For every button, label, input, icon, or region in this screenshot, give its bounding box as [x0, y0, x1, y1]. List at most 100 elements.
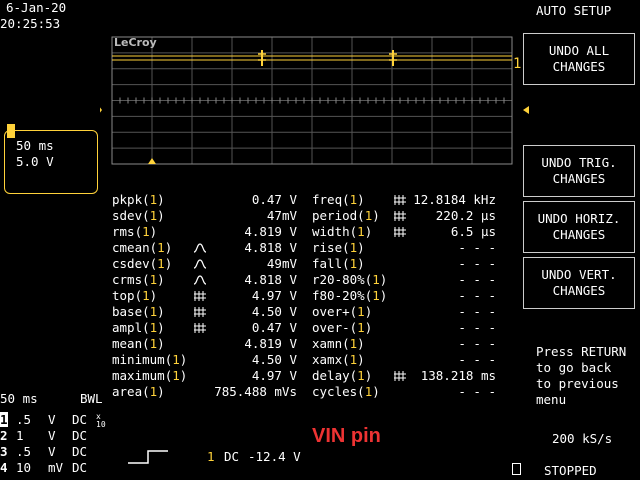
- measurement-name: ampl(1): [112, 320, 165, 335]
- timebase-box[interactable]: 50 ms 5.0 V: [4, 130, 98, 194]
- channel-scale: .5: [16, 444, 32, 459]
- measurement-name: xamx(1): [312, 352, 365, 367]
- measurement-value: 220.2 µs: [435, 208, 496, 223]
- measurement-value: 4.97 V: [251, 288, 297, 303]
- measurement-value: - - -: [458, 272, 496, 287]
- channel-number: 3: [0, 444, 8, 459]
- measurement-value: 4.50 V: [251, 352, 297, 367]
- channel-coupling: DC: [72, 428, 88, 443]
- measurement-value: 47mV: [266, 208, 297, 223]
- channel-coupling: DC: [72, 444, 88, 459]
- measurement-name: cycles(1): [312, 384, 380, 399]
- undo-horiz-button[interactable]: UNDO HORIZ. CHANGES: [523, 201, 635, 253]
- undo-all-button[interactable]: UNDO ALL CHANGES: [523, 33, 635, 85]
- measurement-name: period(1): [312, 208, 380, 223]
- measurement-name: base(1): [112, 304, 165, 319]
- undo-vert-button[interactable]: UNDO VERT. CHANGES: [523, 257, 635, 309]
- measurement-value: - - -: [458, 384, 496, 399]
- measurement-value: 4.818 V: [244, 240, 297, 255]
- measurement-name: fall(1): [312, 256, 365, 271]
- trigger-edge-icon: [128, 450, 168, 464]
- channel-scale: 1: [16, 428, 24, 443]
- measurement-name: xamn(1): [312, 336, 365, 351]
- volts-per-div: 5.0 V: [16, 154, 54, 169]
- bottom-timebase: 50 ms: [0, 391, 38, 406]
- channel-scale: .5: [16, 412, 32, 427]
- channel-1-level-marker: 1: [513, 56, 522, 72]
- channel-number: 2: [0, 428, 8, 443]
- sample-rate: 200 kS/s: [552, 431, 613, 446]
- trigger-position-marker: [148, 158, 156, 164]
- measurement-name: over-(1): [312, 320, 373, 335]
- measurement-value: 4.818 V: [244, 272, 297, 287]
- trigger-coupling: DC: [224, 449, 240, 464]
- measurement-name: mean(1): [112, 336, 165, 351]
- measurement-name: rms(1): [112, 224, 158, 239]
- measurement-value: - - -: [458, 336, 496, 351]
- measurement-name: maximum(1): [112, 368, 188, 383]
- trigger-channel: 1: [207, 449, 215, 464]
- measurement-value: 4.50 V: [251, 304, 297, 319]
- measurement-value: 4.819 V: [244, 336, 297, 351]
- measurement-value: - - -: [458, 352, 496, 367]
- measurement-name: width(1): [312, 224, 373, 239]
- channel-unit: V: [48, 444, 56, 459]
- time-per-div: 50 ms: [16, 138, 54, 153]
- measurement-value: 49mV: [266, 256, 297, 271]
- waveform-grid[interactable]: [100, 30, 530, 170]
- channel-row[interactable]: 2 1 V DC: [0, 428, 87, 444]
- measurement-value: 6.5 µs: [450, 224, 496, 239]
- measurement-name: csdev(1): [112, 256, 173, 271]
- measurement-value: 12.8184 kHz: [413, 192, 496, 207]
- bwl-label: BWL: [80, 391, 103, 406]
- measurement-name: r20-80%(1): [312, 272, 388, 287]
- measurement-name: over+(1): [312, 304, 373, 319]
- date-label: 6-Jan-20: [6, 0, 67, 15]
- acquisition-state: STOPPED: [544, 463, 597, 478]
- measurement-name: top(1): [112, 288, 158, 303]
- measurement-value: 0.47 V: [251, 320, 297, 335]
- channel-coupling: DC: [72, 460, 88, 475]
- channel-coupling: DC: [72, 412, 88, 427]
- undo-trig-button[interactable]: UNDO TRIG. CHANGES: [523, 145, 635, 197]
- channel-row[interactable]: 1 .5 V DC: [0, 412, 87, 428]
- measurement-name: delay(1): [312, 368, 373, 383]
- histogram-icon: [394, 211, 406, 221]
- auto-setup-title: AUTO SETUP: [536, 3, 612, 18]
- histogram-icon: [394, 227, 406, 237]
- measurement-name: freq(1): [312, 192, 365, 207]
- measurement-name: f80-20%(1): [312, 288, 388, 303]
- trigger-level: -12.4 V: [248, 449, 301, 464]
- channel-row[interactable]: 4 10 mV DC: [0, 460, 87, 476]
- return-hint: Press RETURN to go back to previous menu: [536, 344, 627, 407]
- ch1-probe-attenuation: x 10: [96, 412, 106, 429]
- measurement-name: pkpk(1): [112, 192, 165, 207]
- channel-unit: mV: [48, 460, 64, 475]
- measurement-value: - - -: [458, 320, 496, 335]
- measurement-name: crms(1): [112, 272, 165, 287]
- measurement-value: - - -: [458, 240, 496, 255]
- measurement-value: 4.97 V: [251, 368, 297, 383]
- channel-number: 1: [0, 412, 8, 427]
- channel-scale: 10: [16, 460, 32, 475]
- measurement-value: 138.218 ms: [420, 368, 496, 383]
- measurement-name: rise(1): [312, 240, 365, 255]
- channel-row[interactable]: 3 .5 V DC: [0, 444, 87, 460]
- ground-marker: [100, 107, 102, 113]
- measurement-name: cmean(1): [112, 240, 173, 255]
- channel-number: 4: [0, 460, 8, 475]
- vin-pin-annotation: VIN pin: [312, 425, 381, 447]
- measurement-name: sdev(1): [112, 208, 165, 223]
- measurement-name: minimum(1): [112, 352, 188, 367]
- trigger-level-marker: [523, 106, 529, 114]
- measurement-value: 0.47 V: [251, 192, 297, 207]
- channel-unit: V: [48, 428, 56, 443]
- measurement-value: 4.819 V: [244, 224, 297, 239]
- measurement-value: 785.488 mVs: [214, 384, 297, 399]
- measurement-name: area(1): [112, 384, 165, 399]
- channel-tab-icon: [7, 124, 15, 138]
- histogram-icon: [394, 371, 406, 381]
- histogram-icon: [394, 195, 406, 205]
- acquisition-status-icon: [512, 463, 521, 475]
- time-label: 20:25:53: [0, 16, 61, 31]
